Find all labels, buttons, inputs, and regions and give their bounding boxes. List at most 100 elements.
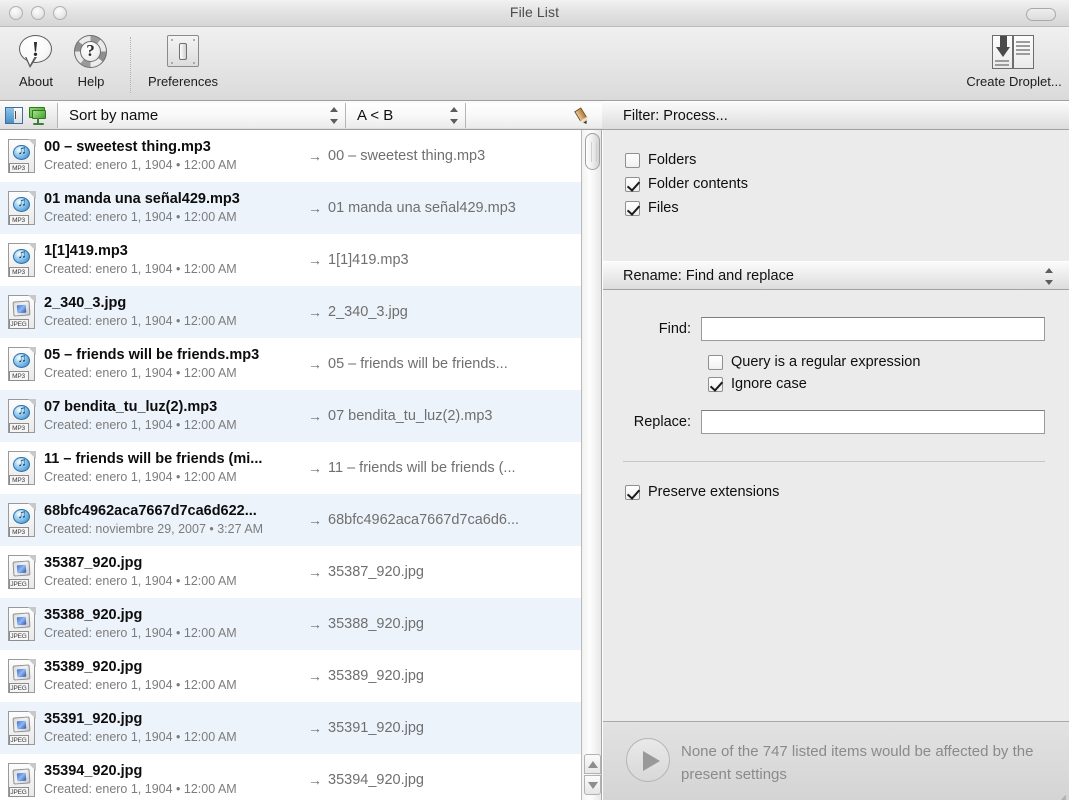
- scrollbar-thumb[interactable]: [585, 133, 600, 170]
- create-droplet-label: Create Droplet...: [966, 74, 1062, 89]
- filter-option-files[interactable]: Files: [603, 200, 1069, 216]
- file-type-icon: JPEG: [0, 762, 44, 798]
- replace-label: Replace:: [633, 414, 691, 430]
- replace-input[interactable]: [701, 410, 1045, 434]
- file-created-date: Created: enero 1, 1904 • 12:00 AM: [44, 158, 237, 172]
- file-created-date: Created: noviembre 29, 2007 • 3:27 AM: [44, 522, 264, 536]
- play-icon[interactable]: [626, 738, 670, 782]
- new-file-name-cell: → 2_340_3.jpg: [308, 304, 601, 320]
- table-row[interactable]: JPEG 35389_920.jpg Created: enero 1, 1904 …: [0, 650, 601, 702]
- file-type-icon: MP3: [0, 398, 44, 434]
- new-file-name-cell: → 68bfc4962aca7667d7ca6d6...: [308, 512, 601, 528]
- table-row[interactable]: MP3 00 – sweetest thing.mp3 Created: enero…: [0, 130, 601, 182]
- file-type-icon: MP3: [0, 242, 44, 278]
- file-info: 1[1]419.mp3 Created: enero 1, 1904 • 12:0…: [44, 242, 308, 278]
- finder-icon[interactable]: [5, 106, 24, 125]
- table-row[interactable]: JPEG 35391_920.jpg Created: enero 1, 1904 …: [0, 702, 601, 754]
- new-file-name: 05 – friends will be friends...: [328, 356, 508, 372]
- sort-action-area[interactable]: [465, 103, 602, 128]
- new-file-name-cell: → 11 – friends will be friends (...: [308, 460, 601, 476]
- about-icon: !: [18, 32, 54, 72]
- help-icon: ?: [73, 32, 109, 72]
- rename-section-header[interactable]: Rename: Find and replace: [603, 261, 1069, 290]
- new-file-name: 35394_920.jpg: [328, 772, 424, 788]
- filter-header-label: Filter: Process...: [623, 107, 728, 124]
- pencil-icon[interactable]: [570, 104, 595, 128]
- resize-grip[interactable]: [1052, 784, 1067, 800]
- scroll-up-button[interactable]: [584, 754, 601, 774]
- scroll-down-button[interactable]: [584, 775, 601, 795]
- sort-mode-popup[interactable]: Sort by name: [57, 103, 345, 128]
- new-file-name: 00 – sweetest thing.mp3: [328, 148, 486, 164]
- new-file-name-cell: → 35391_920.jpg: [308, 720, 601, 736]
- table-row[interactable]: JPEG 35394_920.jpg Created: enero 1, 1904 …: [0, 754, 601, 800]
- table-row[interactable]: MP3 1[1]419.mp3 Created: enero 1, 1904 • 1…: [0, 234, 601, 286]
- regex-checkbox[interactable]: [708, 354, 723, 370]
- preserve-extensions-label: Preserve extensions: [648, 484, 780, 500]
- preserve-extensions-checkbox[interactable]: [625, 484, 640, 500]
- file-created-date: Created: enero 1, 1904 • 12:00 AM: [44, 418, 237, 432]
- new-file-name: 01 manda una señal429.mp3: [328, 200, 516, 216]
- filter-section-header[interactable]: Filter: Process...: [603, 101, 1069, 130]
- table-row[interactable]: JPEG 35387_920.jpg Created: enero 1, 1904 …: [0, 546, 601, 598]
- file-info: 00 – sweetest thing.mp3 Created: enero 1,…: [44, 138, 308, 174]
- table-row[interactable]: MP3 68bfc4962aca7667d7ca6d622... Created: …: [0, 494, 601, 546]
- find-input[interactable]: [701, 317, 1045, 341]
- network-icon[interactable]: [28, 106, 48, 126]
- new-file-name-cell: → 35394_920.jpg: [308, 772, 601, 788]
- arrow-icon: →: [308, 252, 322, 268]
- folders-checkbox[interactable]: [625, 152, 640, 168]
- arrow-icon: →: [308, 564, 322, 580]
- create-droplet-button[interactable]: Create Droplet...: [964, 32, 1064, 89]
- ignore-case-option-row[interactable]: Ignore case: [603, 376, 1069, 392]
- toolbar-toggle-button[interactable]: [1026, 8, 1056, 21]
- file-name: 35394_920.jpg: [44, 763, 143, 779]
- rename-header-label: Rename: Find and replace: [623, 267, 794, 284]
- new-file-name: 07 bendita_tu_luz(2).mp3: [328, 408, 493, 424]
- file-list[interactable]: MP3 00 – sweetest thing.mp3 Created: enero…: [0, 130, 602, 800]
- preferences-button[interactable]: Preferences: [148, 32, 218, 89]
- settings-panel: Filter: Process... Folders Folder conten…: [603, 101, 1069, 800]
- toolbar: ! About ? Help Preferences Create Drople…: [0, 27, 1069, 101]
- file-info: 68bfc4962aca7667d7ca6d622... Created: nov…: [44, 502, 308, 538]
- file-kind-badge: MP3: [8, 162, 29, 173]
- filter-option-folders[interactable]: Folders: [603, 152, 1069, 168]
- sort-direction-stepper-icon[interactable]: [449, 107, 458, 124]
- file-kind-badge: JPEG: [8, 734, 29, 745]
- file-list-scrollbar[interactable]: [581, 130, 601, 800]
- table-row[interactable]: MP3 05 – friends will be friends.mp3 Creat…: [0, 338, 601, 390]
- about-label: About: [19, 74, 53, 89]
- file-name: 35387_920.jpg: [44, 555, 143, 571]
- table-row[interactable]: MP3 11 – friends will be friends (mi... Cr…: [0, 442, 601, 494]
- file-type-icon: JPEG: [0, 658, 44, 694]
- file-created-date: Created: enero 1, 1904 • 12:00 AM: [44, 470, 237, 484]
- arrow-icon: →: [308, 200, 322, 216]
- folder-contents-checkbox[interactable]: [625, 176, 640, 192]
- files-checkbox[interactable]: [625, 200, 640, 216]
- file-kind-badge: MP3: [8, 214, 29, 225]
- table-row[interactable]: MP3 07 bendita_tu_luz(2).mp3 Created: ener…: [0, 390, 601, 442]
- new-file-name-cell: → 35388_920.jpg: [308, 616, 601, 632]
- rename-mode-stepper-icon[interactable]: [1044, 268, 1053, 285]
- file-kind-badge: MP3: [8, 526, 29, 537]
- regex-option-row[interactable]: Query is a regular expression: [603, 354, 1069, 370]
- regex-label: Query is a regular expression: [731, 354, 921, 370]
- filter-option-folder-contents[interactable]: Folder contents: [603, 176, 1069, 192]
- help-button[interactable]: ? Help: [58, 32, 124, 89]
- ignore-case-checkbox[interactable]: [708, 376, 723, 392]
- file-created-date: Created: enero 1, 1904 • 12:00 AM: [44, 782, 237, 796]
- file-type-icon: MP3: [0, 450, 44, 486]
- file-type-icon: MP3: [0, 502, 44, 538]
- table-row[interactable]: JPEG 2_340_3.jpg Created: enero 1, 1904 • …: [0, 286, 601, 338]
- file-created-date: Created: enero 1, 1904 • 12:00 AM: [44, 366, 237, 380]
- table-row[interactable]: MP3 01 manda una señal429.mp3 Created: ene…: [0, 182, 601, 234]
- new-file-name: 68bfc4962aca7667d7ca6d6...: [328, 512, 520, 528]
- sort-mode-stepper-icon[interactable]: [329, 107, 338, 124]
- sort-direction-popup[interactable]: A < B: [345, 103, 465, 128]
- file-kind-badge: JPEG: [8, 578, 29, 589]
- preserve-extensions-row[interactable]: Preserve extensions: [603, 484, 1069, 500]
- file-type-icon: JPEG: [0, 606, 44, 642]
- new-file-name-cell: → 05 – friends will be friends...: [308, 356, 601, 372]
- file-created-date: Created: enero 1, 1904 • 12:00 AM: [44, 574, 237, 588]
- table-row[interactable]: JPEG 35388_920.jpg Created: enero 1, 1904 …: [0, 598, 601, 650]
